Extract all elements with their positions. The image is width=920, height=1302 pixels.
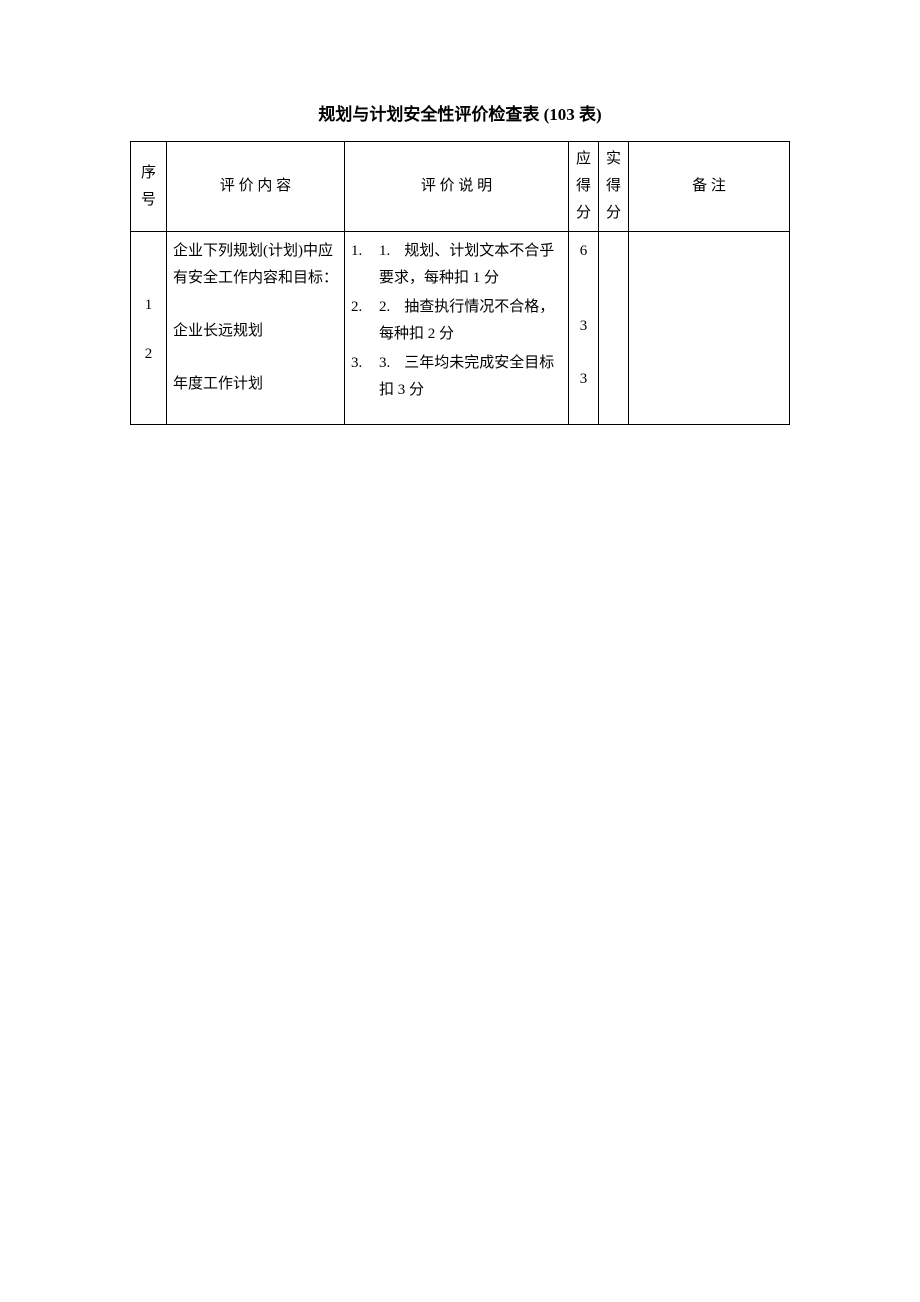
header-content: 评 价 内 容 <box>167 142 345 232</box>
cell-content: 企业下列规划(计划)中应有安全工作内容和目标： 企业长远规划 年度工作计划 <box>167 232 345 425</box>
page-title: 规划与计划安全性评价检查表 (103 表) <box>130 100 790 125</box>
header-ying: 应得分 <box>569 142 599 232</box>
header-seq: 序号 <box>131 142 167 232</box>
cell-yingde: 6 3 3 <box>569 232 599 425</box>
header-shi: 实得分 <box>599 142 629 232</box>
header-desc: 评 价 说 明 <box>345 142 569 232</box>
cell-shide <box>599 232 629 425</box>
cell-desc: 1.1.规划、计划文本不合乎要求，每种扣 1 分2.2.抽查执行情况不合格，每种… <box>345 232 569 425</box>
cell-remark <box>629 232 790 425</box>
header-remark: 备 注 <box>629 142 790 232</box>
evaluation-table: 序号 评 价 内 容 评 价 说 明 应得分 实得分 备 注 <box>130 141 790 425</box>
cell-seq: 1 2 <box>131 232 167 425</box>
